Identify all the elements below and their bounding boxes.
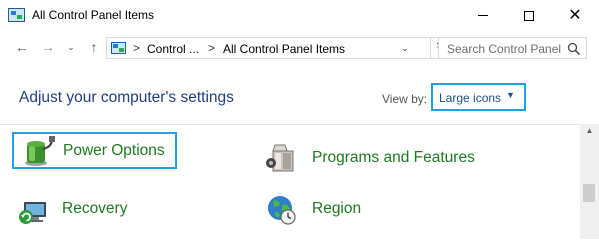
navigation-bar: ← → ⌄ ↑ > Control ... > All Control Pane… [0, 31, 599, 65]
item-label: Region [312, 200, 362, 217]
control-panel-icon [111, 42, 126, 54]
region-globe-icon [268, 196, 296, 225]
close-button[interactable]: ✕ [552, 0, 598, 31]
scrollbar-thumb[interactable] [583, 184, 595, 202]
chevron-down-icon[interactable]: ⌄ [398, 41, 412, 55]
close-icon: ✕ [568, 6, 582, 24]
power-options-icon [25, 136, 55, 166]
view-by-dropdown[interactable]: Large icons ▼ [431, 83, 526, 111]
title-bar: All Control Panel Items ✕ [0, 0, 599, 31]
control-panel-icon [8, 8, 25, 22]
item-recovery[interactable]: Recovery [16, 193, 156, 225]
scroll-up-icon[interactable]: ▲ [580, 126, 599, 142]
forward-button[interactable]: → [38, 37, 58, 57]
control-panel-items: Power Options Programs and Features Reco… [0, 124, 580, 239]
item-label: Power Options [63, 142, 165, 159]
maximize-button[interactable] [506, 0, 552, 31]
item-region[interactable]: Region [265, 193, 405, 225]
item-programs-and-features[interactable]: Programs and Features [265, 141, 495, 173]
address-bar[interactable]: > Control ... > All Control Panel Items … [106, 37, 431, 59]
breadcrumb-all-items[interactable]: All Control Panel Items [223, 42, 345, 56]
chevron-down-icon: ▼ [506, 90, 515, 100]
breadcrumb-control-panel[interactable]: Control ... [147, 42, 199, 56]
view-by-value: Large icons [439, 91, 502, 105]
maximize-icon [524, 10, 534, 21]
search-input[interactable]: Search Control Panel [438, 37, 587, 59]
minimize-button[interactable] [460, 0, 506, 31]
window-title: All Control Panel Items [32, 8, 155, 22]
item-label: Recovery [62, 200, 128, 217]
minimize-icon [478, 15, 488, 16]
recovery-icon [19, 202, 46, 224]
programs-features-icon [266, 144, 294, 172]
view-by-label: View by: [382, 92, 428, 106]
item-label: Programs and Features [312, 149, 475, 166]
search-placeholder: Search Control Panel [447, 42, 562, 56]
page-title: Adjust your computer's settings [19, 89, 234, 106]
item-power-options[interactable]: Power Options [12, 132, 177, 169]
chevron-right-icon[interactable]: > [208, 41, 215, 55]
vertical-scrollbar[interactable]: ▲ [580, 124, 599, 239]
search-icon [567, 42, 581, 56]
recent-locations-dropdown[interactable]: ⌄ [61, 37, 81, 57]
chevron-right-icon[interactable]: > [133, 41, 140, 55]
up-button[interactable]: ↑ [84, 37, 104, 57]
back-button[interactable]: ← [12, 37, 32, 57]
